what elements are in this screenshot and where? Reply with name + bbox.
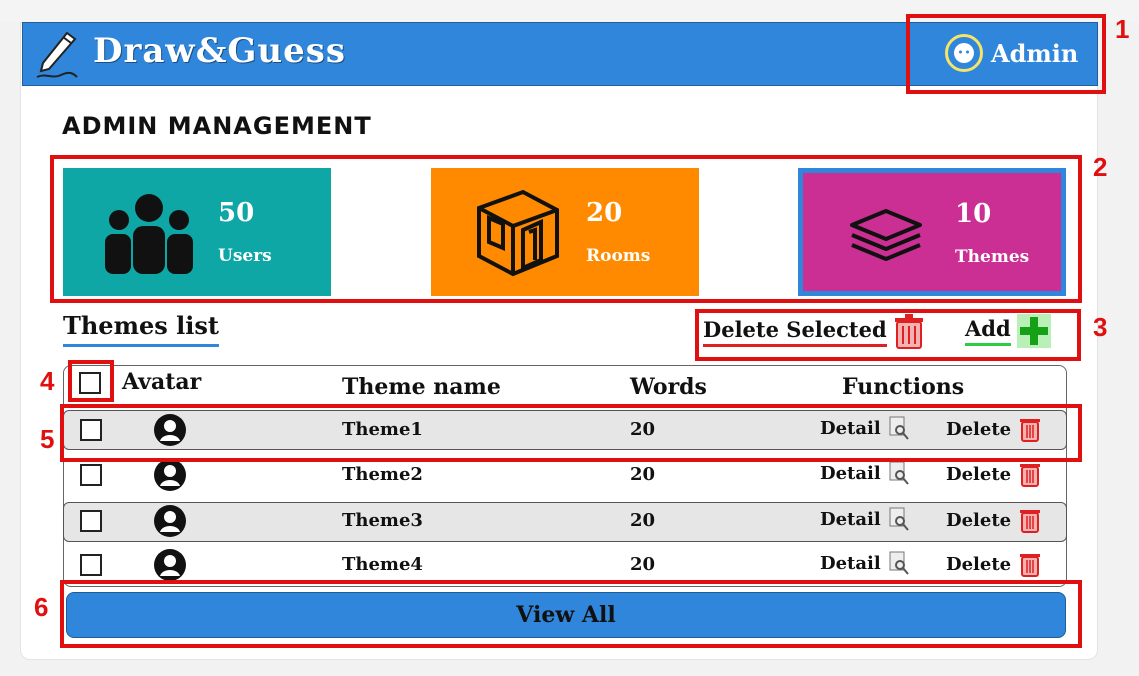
row-checkbox[interactable] [80, 464, 102, 486]
detail-button[interactable]: Detail [820, 551, 909, 575]
delete-button[interactable]: Delete [946, 507, 1041, 533]
detail-magnify-icon [889, 461, 909, 485]
detail-magnify-icon [889, 551, 909, 575]
annotation-box-4 [68, 360, 114, 402]
column-header-theme-name: Theme name [342, 374, 501, 400]
row-checkbox[interactable] [80, 554, 102, 576]
annotation-box-1 [906, 14, 1106, 94]
delete-label: Delete [946, 553, 1012, 575]
theme-name-cell: Theme2 [342, 464, 423, 485]
trash-icon [1020, 554, 1041, 577]
column-header-functions: Functions [842, 374, 965, 400]
themes-list-title: Themes list [63, 311, 219, 347]
annotation-number-6: 6 [34, 592, 49, 622]
words-cell: 20 [630, 510, 656, 531]
annotation-box-6 [60, 580, 1082, 648]
detail-label: Detail [820, 508, 881, 530]
detail-button[interactable]: Detail [820, 461, 909, 485]
column-header-words: Words [630, 374, 707, 400]
words-cell: 20 [630, 464, 656, 485]
annotation-box-2 [50, 155, 1082, 303]
detail-label: Detail [820, 552, 881, 574]
table-row[interactable] [63, 457, 1067, 497]
theme-name-cell: Theme4 [342, 554, 423, 575]
trash-icon [1020, 510, 1041, 533]
user-avatar-icon [154, 505, 186, 537]
annotation-number-1: 1 [1115, 14, 1130, 44]
pencil-logo-icon [36, 31, 78, 78]
annotation-box-5 [60, 404, 1082, 462]
column-header-avatar: Avatar [122, 369, 202, 395]
detail-magnify-icon [889, 507, 909, 531]
delete-label: Delete [946, 509, 1012, 531]
delete-label: Delete [946, 463, 1012, 485]
screen: Draw&Guess Admin ADMIN MANAGEMENT 50 Use… [0, 0, 1139, 676]
delete-button[interactable]: Delete [946, 551, 1041, 577]
words-cell: 20 [630, 554, 656, 575]
trash-icon [1020, 464, 1041, 487]
theme-name-cell: Theme3 [342, 510, 423, 531]
annotation-number-3: 3 [1093, 312, 1108, 342]
table-row[interactable] [63, 502, 1067, 542]
user-avatar-icon [154, 459, 186, 491]
annotation-number-2: 2 [1093, 152, 1108, 182]
delete-button[interactable]: Delete [946, 461, 1041, 487]
detail-label: Detail [820, 462, 881, 484]
annotation-number-4: 4 [40, 366, 55, 396]
annotation-box-3 [695, 309, 1081, 361]
user-avatar-icon [154, 549, 186, 581]
detail-button[interactable]: Detail [820, 507, 909, 531]
page-title: ADMIN MANAGEMENT [62, 112, 372, 140]
app-title: Draw&Guess [93, 31, 347, 71]
row-checkbox[interactable] [80, 510, 102, 532]
annotation-number-5: 5 [40, 424, 55, 454]
